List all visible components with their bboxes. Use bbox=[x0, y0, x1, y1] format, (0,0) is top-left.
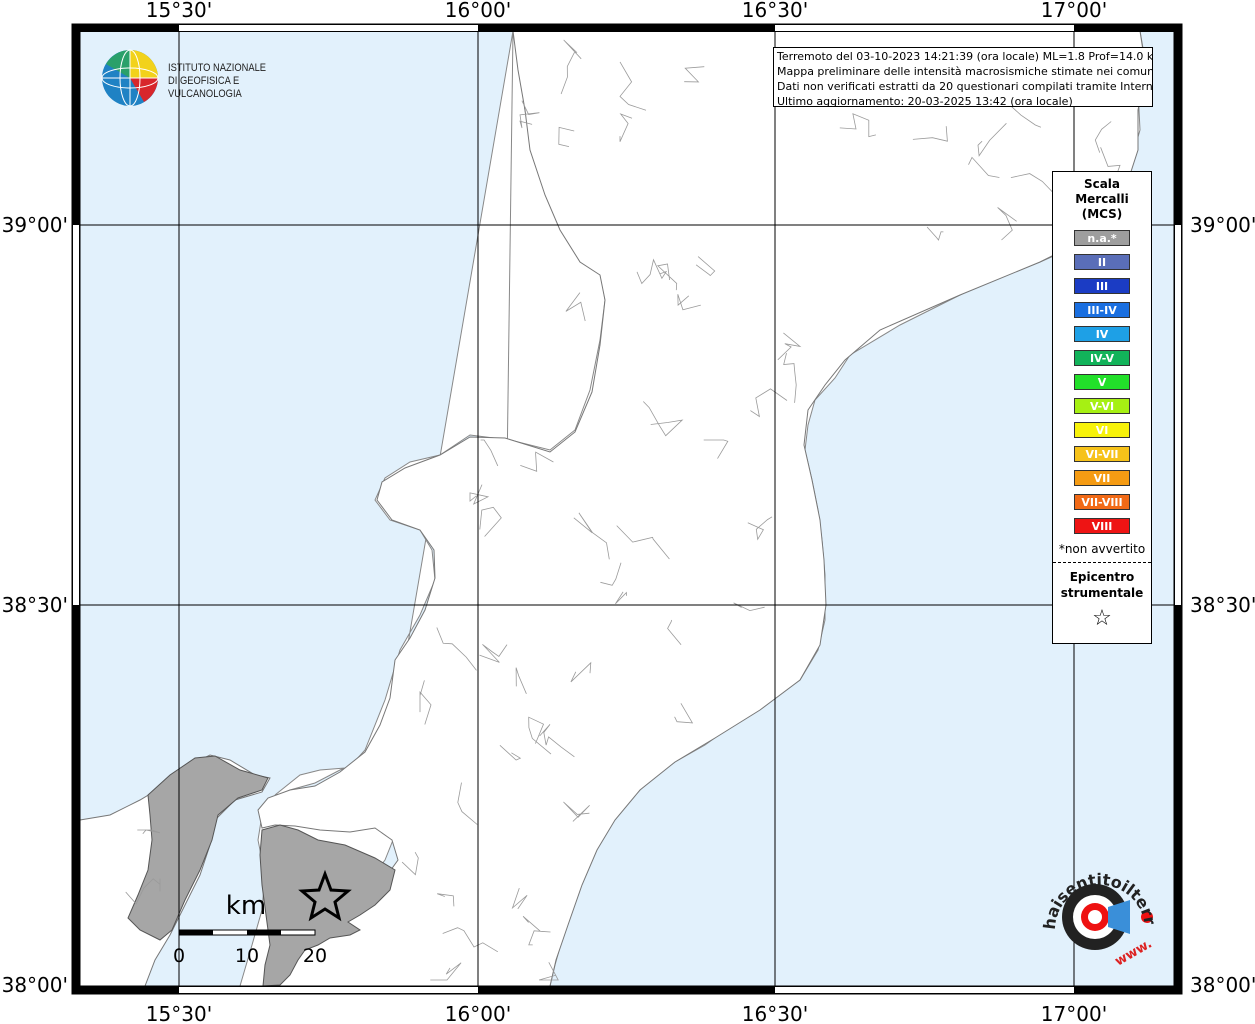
right-label-3830: 38°30' bbox=[1190, 593, 1255, 617]
mcs-legend: Scala Mercalli (MCS) n.a.* II III III-IV IV I… bbox=[1052, 171, 1152, 644]
legend-item: III-IV bbox=[1074, 302, 1130, 318]
legend-separator bbox=[1053, 562, 1151, 563]
bottom-label-1600: 16°00' bbox=[445, 1002, 511, 1024]
top-label-1700: 17°00' bbox=[1041, 0, 1107, 22]
legend-epicenter-2: strumentale bbox=[1060, 586, 1144, 600]
scale-unit: km bbox=[226, 891, 266, 921]
legend-title-3: (MCS) bbox=[1081, 207, 1123, 221]
legend-item: VI-VII bbox=[1074, 446, 1130, 462]
top-label-1530: 15°30' bbox=[146, 0, 212, 22]
legend-title-1: Scala bbox=[1083, 177, 1121, 191]
logo-line-1: ISTITUTO NAZIONALE bbox=[168, 62, 267, 74]
left-label-3800: 38°00' bbox=[2, 973, 68, 997]
legend-note: *non avvertito bbox=[1058, 542, 1146, 556]
event-info-box: Terremoto del 03-10-2023 14:21:39 (ora l… bbox=[773, 47, 1153, 107]
legend-star-icon: ☆ bbox=[1092, 606, 1112, 631]
event-line-1: Terremoto del 03-10-2023 14:21:39 (ora l… bbox=[777, 50, 1153, 63]
legend-epicenter-1: Epicentro bbox=[1069, 570, 1135, 584]
bottom-label-1700: 17°00' bbox=[1041, 1002, 1107, 1024]
legend-item: III bbox=[1074, 278, 1130, 294]
top-label-1600: 16°00' bbox=[445, 0, 511, 22]
legend-item: V bbox=[1074, 374, 1130, 390]
left-label-3900: 39°00' bbox=[2, 213, 68, 237]
ingv-logo: ISTITUTO NAZIONALE DI GEOFISICA E VULCAN… bbox=[100, 48, 330, 110]
bottom-label-1630: 16°30' bbox=[742, 1002, 808, 1024]
legend-item: VIII bbox=[1074, 518, 1130, 534]
right-label-3900: 39°00' bbox=[1190, 213, 1255, 237]
event-line-4: Ultimo aggiornamento: 20-03-2025 13:42 (… bbox=[777, 95, 1073, 107]
event-line-2: Mappa preliminare delle intensità macros… bbox=[777, 65, 1153, 78]
legend-item: IV bbox=[1074, 326, 1130, 342]
top-label-1630: 16°30' bbox=[742, 0, 808, 22]
legend-item: IV-V bbox=[1074, 350, 1130, 366]
scale-tick-20: 20 bbox=[303, 945, 327, 967]
event-line-3: Dati non verificati estratti da 20 quest… bbox=[777, 80, 1153, 93]
scale-tick-10: 10 bbox=[235, 945, 259, 967]
legend-item: n.a.* bbox=[1074, 230, 1130, 246]
legend-item: V-VI bbox=[1074, 398, 1130, 414]
left-label-3830: 38°30' bbox=[2, 593, 68, 617]
logo-line-2: DI GEOFISICA E VULCANOLOGIA bbox=[168, 75, 242, 100]
legend-title-2: Mercalli bbox=[1075, 192, 1129, 206]
globe-icon bbox=[101, 49, 159, 107]
legend-item: II bbox=[1074, 254, 1130, 270]
legend-item: VII bbox=[1074, 470, 1130, 486]
legend-item: VII-VIII bbox=[1074, 494, 1130, 510]
right-label-3800: 38°00' bbox=[1190, 973, 1255, 997]
legend-item: VI bbox=[1074, 422, 1130, 438]
legend-items: n.a.* II III III-IV IV IV-V V V-VI VI VI-VII VII VI… bbox=[1053, 230, 1151, 534]
scale-tick-0: 0 bbox=[173, 945, 185, 967]
bottom-label-1530: 15°30' bbox=[146, 1002, 212, 1024]
